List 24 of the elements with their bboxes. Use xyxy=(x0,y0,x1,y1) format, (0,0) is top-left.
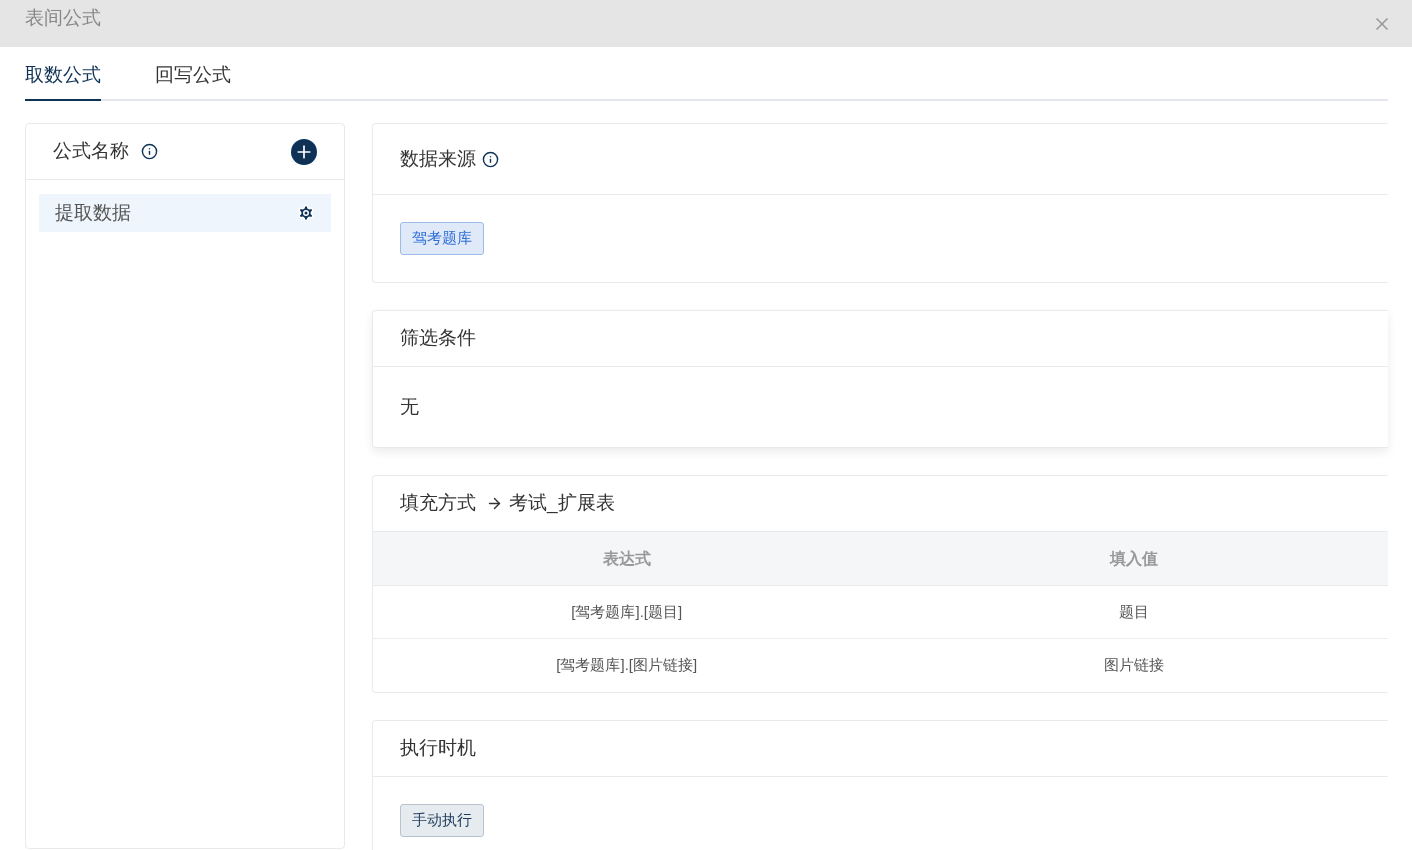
source-tag: 驾考题库 xyxy=(400,222,484,255)
table-cell-text: 题目 xyxy=(1118,601,1151,622)
section-title: 筛选条件 xyxy=(400,325,476,350)
table-cell-text: 图片链接 xyxy=(1103,655,1166,676)
window-title: 表间公式 xyxy=(25,6,101,31)
table-cell-text: [驾考题库].[题目] xyxy=(570,601,684,622)
column-header: 表达式 xyxy=(601,548,652,569)
section-title: 填充方式 xyxy=(400,491,476,516)
settings-icon[interactable] xyxy=(297,204,315,222)
column-header: 填入值 xyxy=(1108,548,1160,569)
filter-value: 无 xyxy=(400,395,419,417)
section-title: 执行时机 xyxy=(400,736,476,761)
formula-name: 提取数据 xyxy=(55,200,131,225)
target-table: 考试_扩展表 xyxy=(509,489,615,518)
table-cell-text: [驾考题库].[图片链接] xyxy=(555,655,699,676)
add-button[interactable] xyxy=(291,138,317,165)
arrow-icon xyxy=(486,495,503,512)
formula-item[interactable]: 提取数据 xyxy=(39,194,331,232)
tab[interactable]: 回写公式 xyxy=(155,60,231,101)
section-title: 数据来源 xyxy=(400,146,476,171)
panel-title: 公式名称 xyxy=(53,139,129,164)
tab[interactable]: 取数公式 xyxy=(25,60,101,101)
info-icon xyxy=(141,143,158,160)
trigger-tag: 手动执行 xyxy=(400,804,484,837)
